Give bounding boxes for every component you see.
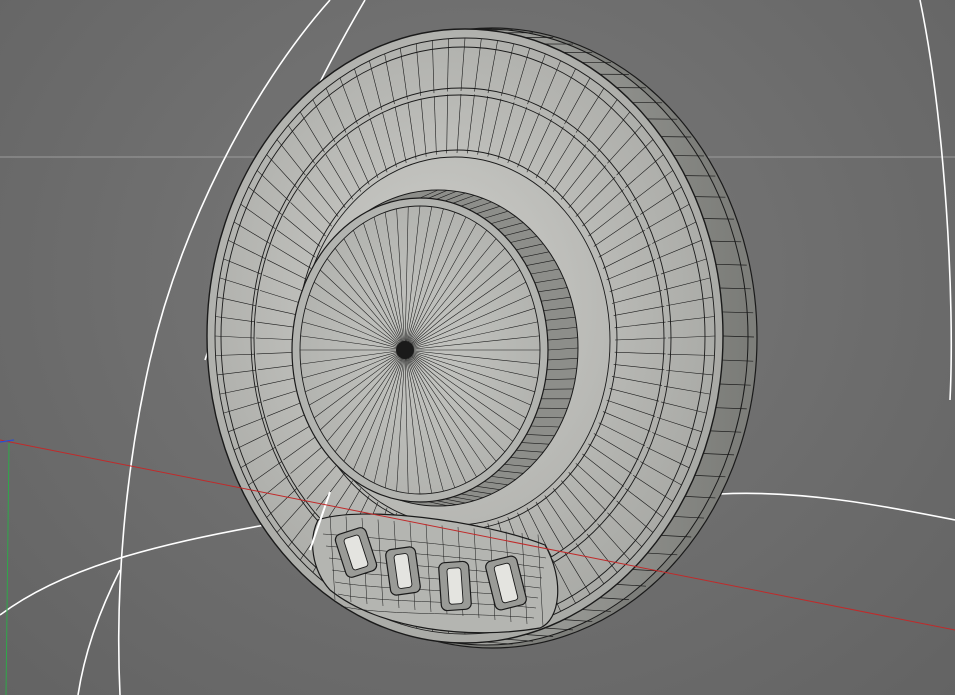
knob-button: [438, 560, 472, 612]
y-axis-line: [5, 442, 10, 695]
button-highlight: [446, 567, 464, 605]
knob-body: [206, 27, 758, 649]
wireframe-knob-render: [0, 0, 955, 695]
3d-viewport[interactable]: [0, 0, 955, 695]
knob-button: [385, 546, 421, 596]
cap-center-pole: [396, 341, 414, 359]
